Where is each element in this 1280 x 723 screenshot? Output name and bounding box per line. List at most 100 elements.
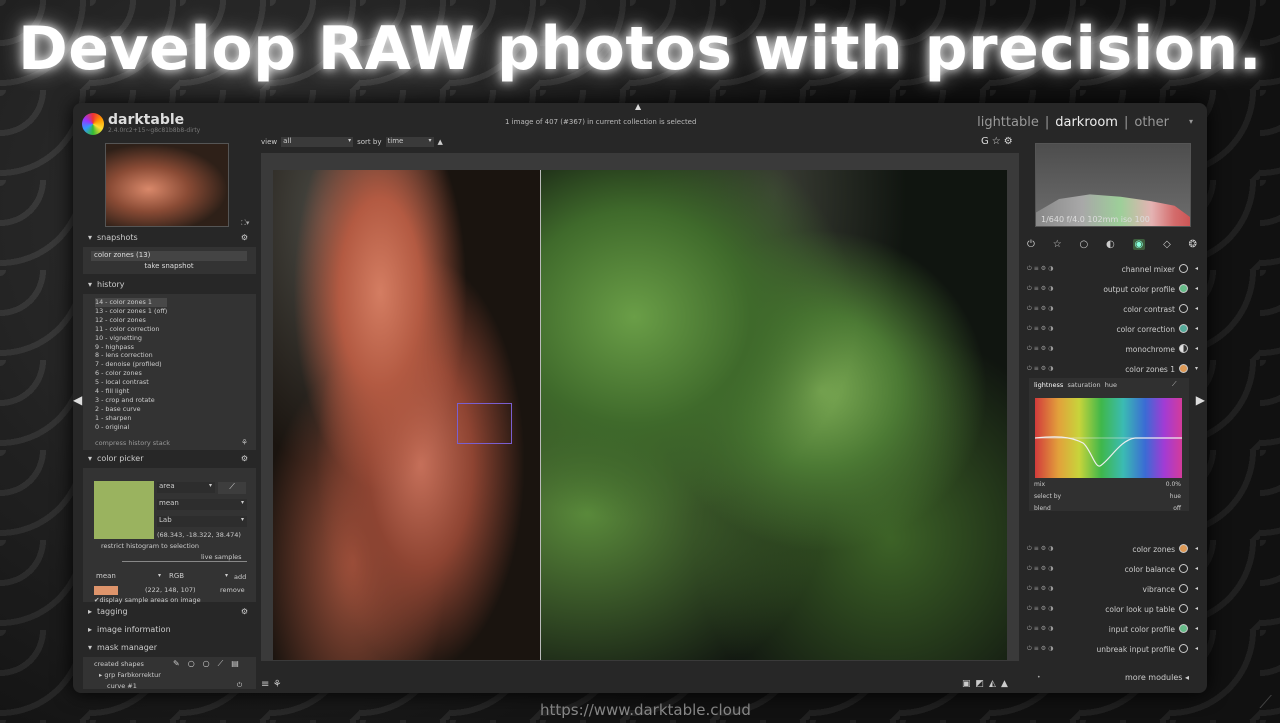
snapshots-panel: color zones (13) take snapshot bbox=[83, 247, 256, 274]
module-color-zones[interactable]: ⏻≡⚙◑ color zones ◂ bbox=[1023, 544, 1199, 558]
color-assessment-icon[interactable]: ▣ bbox=[962, 679, 976, 689]
power-icon[interactable]: ⏻ bbox=[237, 681, 242, 690]
picker-icon[interactable]: ⟋ bbox=[218, 482, 246, 494]
tone-group-icon[interactable]: ◐ bbox=[1106, 239, 1115, 250]
view-select[interactable]: all bbox=[281, 137, 354, 147]
reset-icon[interactable]: ⚙ bbox=[241, 607, 248, 616]
view-other[interactable]: other bbox=[1134, 115, 1169, 130]
compress-history-button[interactable]: compress history stack bbox=[95, 439, 170, 447]
take-snapshot-button[interactable]: take snapshot bbox=[91, 262, 247, 270]
sample-space-select[interactable]: RGB ▾ bbox=[167, 572, 231, 583]
history-item[interactable]: 12 - color zones bbox=[95, 316, 167, 325]
gamut-icon[interactable]: ◭ bbox=[989, 679, 1001, 689]
history-item[interactable]: 14 - color zones 1 bbox=[95, 298, 168, 307]
module-monochrome[interactable]: ⏻≡⚙◑ monochrome ◂ bbox=[1023, 344, 1199, 358]
mix-value[interactable]: 0.0% bbox=[1166, 481, 1181, 488]
module-color-zones-1[interactable]: ⏻≡⚙◑ color zones 1 ▾ bbox=[1023, 364, 1199, 378]
picker-space-select[interactable]: Lab ▾ bbox=[157, 516, 247, 527]
tab-saturation[interactable]: saturation bbox=[1067, 381, 1100, 389]
mask-group[interactable]: ▸ grp Farbkorrektur bbox=[99, 671, 161, 679]
history-item[interactable]: 5 - local contrast bbox=[95, 378, 167, 387]
star-icon[interactable]: ☆ bbox=[992, 136, 1004, 147]
fern-photo[interactable] bbox=[273, 170, 1007, 660]
module-color-contrast[interactable]: ⏻≡⚙◑ color contrast ◂ bbox=[1023, 304, 1199, 318]
sort-direction-button[interactable]: ▲ bbox=[438, 138, 443, 146]
zoom-icon[interactable]: ⛶▾ bbox=[241, 219, 249, 228]
history-item[interactable]: 13 - color zones 1 (off) bbox=[95, 307, 167, 316]
module-unbreak-input-profile[interactable]: ⏻≡⚙◑ unbreak input profile ◂ bbox=[1023, 644, 1199, 658]
module-channel-mixer[interactable]: ⏻≡⚙◑ channel mixer ◂ bbox=[1023, 264, 1199, 278]
presets-icon[interactable]: ⚘ bbox=[273, 679, 282, 690]
remove-sample-button[interactable]: remove bbox=[220, 586, 245, 594]
sample-stat-select[interactable]: mean ▾ bbox=[94, 572, 164, 583]
snapshot-item[interactable]: color zones (13) bbox=[91, 251, 247, 261]
mask-curve[interactable]: curve #1 bbox=[107, 682, 137, 690]
picker-mode-select[interactable]: area ▾ bbox=[157, 482, 215, 493]
exif-info: 1/640 f/4.0 102mm iso 100 bbox=[1041, 215, 1150, 224]
history-item[interactable]: 10 - vignetting bbox=[95, 334, 167, 343]
histogram[interactable]: 1/640 f/4.0 102mm iso 100 bbox=[1035, 143, 1191, 227]
correct-group-icon[interactable]: ◇ bbox=[1163, 239, 1171, 250]
g-icon[interactable]: G bbox=[981, 136, 992, 147]
color-group-icon[interactable]: ◉ bbox=[1132, 239, 1146, 250]
select-by-value[interactable]: hue bbox=[1170, 493, 1181, 500]
history-item[interactable]: 6 - color zones bbox=[95, 369, 167, 378]
module-input-color-profile[interactable]: ⏻≡⚙◑ input color profile ◂ bbox=[1023, 624, 1199, 638]
history-header[interactable]: history bbox=[83, 280, 256, 294]
color-picker-area[interactable] bbox=[457, 403, 512, 444]
watermark-icon: ⟋ bbox=[1259, 692, 1272, 713]
mask-manager-header[interactable]: mask manager bbox=[83, 643, 256, 657]
history-item[interactable]: 9 - highpass bbox=[95, 343, 167, 352]
tagging-header[interactable]: tagging⚙ bbox=[83, 607, 256, 621]
effect-group-icon[interactable]: ❂ bbox=[1189, 239, 1197, 250]
gear-icon[interactable]: ⚙ bbox=[1004, 136, 1016, 147]
picker-stat-select[interactable]: mean ▾ bbox=[157, 499, 247, 510]
history-list: 14 - color zones 1 13 - color zones 1 (o… bbox=[95, 298, 168, 432]
favorites-icon[interactable]: ☆ bbox=[1053, 239, 1062, 250]
more-modules-button[interactable]: more modules ◂ bbox=[1125, 673, 1189, 682]
warning-icon[interactable]: ▲ bbox=[1001, 679, 1013, 689]
module-output-color-profile[interactable]: ⏻≡⚙◑ output color profile ◂ bbox=[1023, 284, 1199, 298]
snapshots-header[interactable]: snapshots⚙ bbox=[83, 233, 256, 247]
picker-icon[interactable]: ⟋ bbox=[1172, 380, 1177, 389]
color-picker-header[interactable]: color picker⚙ bbox=[83, 454, 256, 468]
color-zones-curve[interactable] bbox=[1035, 398, 1182, 478]
history-item[interactable]: 11 - color correction bbox=[95, 325, 167, 334]
view-darkroom[interactable]: darkroom bbox=[1055, 115, 1118, 130]
display-samples-checkbox[interactable]: ✔display sample areas on image bbox=[94, 596, 201, 604]
softproof-icon[interactable]: ◩ bbox=[976, 679, 990, 689]
module-color-correction[interactable]: ⏻≡⚙◑ color correction ◂ bbox=[1023, 324, 1199, 338]
history-item[interactable]: 1 - sharpen bbox=[95, 414, 167, 423]
menu-icon[interactable]: ≡ bbox=[261, 679, 269, 690]
image-information-header[interactable]: image information bbox=[83, 625, 256, 639]
history-item[interactable]: 8 - lens correction bbox=[95, 351, 167, 360]
history-item[interactable]: 0 - original bbox=[95, 423, 167, 432]
blend-value[interactable]: off bbox=[1173, 505, 1181, 512]
sort-select[interactable]: time bbox=[385, 137, 434, 147]
history-item[interactable]: 4 - fill light bbox=[95, 387, 167, 396]
shape-tools-icons[interactable]: ✎○○⟋▤ bbox=[173, 659, 247, 669]
image-canvas[interactable] bbox=[261, 153, 1019, 661]
module-color-balance[interactable]: ⏻≡⚙◑ color balance ◂ bbox=[1023, 564, 1199, 578]
module-color-look-up-table[interactable]: ⏻≡⚙◑ color look up table ◂ bbox=[1023, 604, 1199, 618]
restrict-histogram-toggle[interactable]: restrict histogram to selection bbox=[101, 542, 199, 550]
history-item[interactable]: 2 - base curve bbox=[95, 405, 167, 414]
basic-group-icon[interactable]: ○ bbox=[1079, 239, 1088, 250]
history-item[interactable]: 7 - denoise (profiled) bbox=[95, 360, 167, 369]
active-modules-icon[interactable]: ⏻ bbox=[1027, 239, 1035, 250]
reset-icon[interactable]: ⚙ bbox=[241, 233, 248, 242]
module-vibrance[interactable]: ⏻≡⚙◑ vibrance ◂ bbox=[1023, 584, 1199, 598]
tab-hue[interactable]: hue bbox=[1105, 381, 1117, 389]
history-item[interactable]: 3 - crop and rotate bbox=[95, 396, 167, 405]
snapshot-split-line[interactable] bbox=[540, 170, 541, 660]
reset-icon[interactable]: ⚙ bbox=[241, 454, 248, 463]
chevron-down-icon[interactable]: ▾ bbox=[1189, 117, 1193, 126]
add-sample-button[interactable]: add bbox=[234, 573, 246, 581]
left-panel-toggle-icon[interactable]: ◀ bbox=[73, 393, 82, 407]
history-style-icon[interactable]: ⚘ bbox=[241, 438, 248, 447]
tab-lightness[interactable]: lightness bbox=[1034, 381, 1063, 389]
view-lighttable[interactable]: lighttable bbox=[977, 115, 1039, 130]
display-samples-label: display sample areas on image bbox=[99, 596, 201, 604]
color-zones-tabs: lightness saturation hue bbox=[1034, 381, 1117, 389]
navigation-thumbnail[interactable] bbox=[105, 143, 229, 227]
